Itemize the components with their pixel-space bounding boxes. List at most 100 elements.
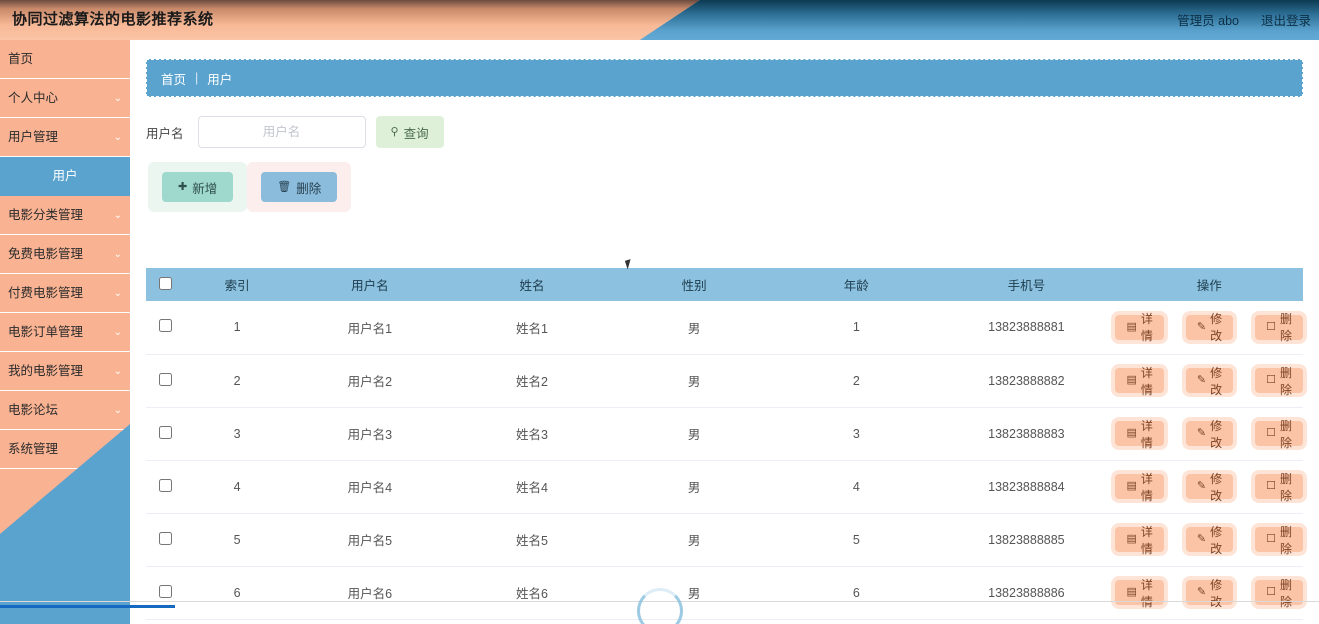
table-row[interactable]: 1 用户名1 姓名1 男 1 13823888881 ▤ 详情 ✎ 修改 ☐ 删除: [146, 301, 1303, 355]
search-icon: ⚲: [390, 125, 399, 138]
row-action-group: ▤ 详情 ✎ 修改 ☐ 删除: [1115, 472, 1303, 503]
cell-name: 姓名4: [450, 460, 614, 514]
row-checkbox[interactable]: [159, 425, 173, 439]
row-checkbox[interactable]: [159, 372, 173, 386]
sidebar-item-7[interactable]: 电影订单管理 ⌄: [0, 313, 130, 352]
cell-phone: 13823888886: [937, 566, 1116, 620]
row-detail-button[interactable]: ▤ 详情: [1115, 472, 1164, 503]
row-trash-button[interactable]: ☐ 删除: [1255, 525, 1303, 556]
row-checkbox[interactable]: [159, 319, 173, 333]
chevron-down-icon: ⌄: [113, 210, 122, 221]
search-label: 用户名: [146, 126, 184, 141]
row-trash-button[interactable]: ☐ 删除: [1255, 312, 1303, 343]
row-edit-button[interactable]: ✎ 修改: [1185, 472, 1234, 503]
row-checkbox[interactable]: [159, 584, 173, 598]
cell-age: 36: [775, 619, 938, 624]
breadcrumb-separator: |: [195, 71, 199, 85]
search-input[interactable]: [197, 116, 366, 148]
detail-icon: ▤: [1126, 480, 1137, 492]
row-checkbox[interactable]: [159, 478, 173, 492]
row-checkbox[interactable]: [159, 531, 173, 545]
row-action-label: 修改: [1210, 312, 1223, 344]
sidebar-item-1[interactable]: 个人中心 ⌄: [0, 79, 130, 118]
row-trash-button[interactable]: ☐ 删除: [1255, 366, 1303, 397]
select-all-checkbox[interactable]: [159, 276, 173, 290]
breadcrumb-home[interactable]: 首页: [161, 69, 186, 88]
row-select-cell: [146, 354, 186, 408]
search-form: 用户名 ⚲ 查询: [146, 116, 444, 148]
row-action-label: 详情: [1140, 471, 1153, 503]
sidebar-item-label: 付费电影管理: [8, 286, 84, 300]
table-body: 1 用户名1 姓名1 男 1 13823888881 ▤ 详情 ✎ 修改 ☐ 删除 2 用户名2 姓名2 男 2…: [146, 301, 1303, 624]
cell-age: 6: [775, 566, 938, 620]
logout-link[interactable]: 退出登录: [1261, 10, 1311, 29]
cell-phone: 13823888881: [937, 301, 1116, 355]
cell-gender: 男: [613, 354, 776, 408]
row-action-label: 详情: [1140, 577, 1153, 609]
cell-gender: 男: [613, 407, 776, 461]
chevron-down-icon: ⌄: [113, 405, 122, 416]
sidebar: 首页 个人中心 ⌄ 用户管理 ⌄ 用户 电影分类管理 ⌄ 免费电影管理 ⌄ 付费电影管理 ⌄ 电影订单管…: [0, 40, 130, 624]
row-action-group: ▤ 详情 ✎ 修改 ☐ 删除: [1115, 525, 1303, 556]
detail-icon: ▤: [1126, 320, 1137, 333]
row-edit-button[interactable]: ✎ 修改: [1185, 419, 1234, 450]
app-header: 协同过滤算法的电影推荐系统 管理员 abo 退出登录: [0, 0, 1319, 40]
table-row[interactable]: 7111胡月女3613612312314▤详情✎修改☐删除: [146, 619, 1303, 624]
row-detail-button[interactable]: ▤ 详情: [1115, 366, 1164, 397]
add-button-label: 新增: [192, 181, 218, 196]
table-col-header-2: 姓名: [450, 268, 614, 301]
sidebar-item-8[interactable]: 我的电影管理 ⌄: [0, 352, 130, 391]
sidebar-item-4[interactable]: 电影分类管理 ⌄: [0, 196, 130, 235]
row-edit-button[interactable]: ✎ 修改: [1185, 366, 1234, 397]
table-row[interactable]: 4 用户名4 姓名4 男 4 13823888884 ▤ 详情 ✎ 修改 ☐ 删除: [146, 460, 1303, 514]
chevron-down-icon: ⌄: [113, 93, 122, 104]
sidebar-item-9[interactable]: 电影论坛 ⌄: [0, 391, 130, 430]
table-row[interactable]: 6 用户名6 姓名6 男 6 13823888886 ▤ 详情 ✎ 修改 ☐ 删除: [146, 566, 1303, 620]
add-button[interactable]: ✚ 新增: [162, 172, 234, 202]
cell-username: 用户名1: [288, 301, 451, 355]
row-detail-button[interactable]: ▤ 详情: [1115, 525, 1164, 556]
page-load-progress[interactable]: [0, 605, 175, 608]
row-action-label: 删除: [1279, 524, 1292, 556]
sidebar-item-2[interactable]: 用户管理 ⌄: [0, 118, 130, 157]
trash-icon: ☐: [1266, 586, 1276, 598]
sidebar-item-5[interactable]: 免费电影管理 ⌄: [0, 235, 130, 274]
plus-icon: ✚: [178, 180, 188, 193]
admin-label[interactable]: 管理员 abo: [1177, 10, 1239, 29]
row-edit-button[interactable]: ✎ 修改: [1185, 525, 1234, 556]
cell-index: 1: [185, 301, 289, 355]
table-row[interactable]: 5 用户名5 姓名5 男 5 13823888885 ▤ 详情 ✎ 修改 ☐ 删除: [146, 513, 1303, 567]
chevron-down-icon: ⌄: [113, 366, 122, 377]
search-button[interactable]: ⚲ 查询: [375, 116, 444, 148]
edit-icon: ✎: [1196, 427, 1207, 439]
table-row[interactable]: 2 用户名2 姓名2 男 2 13823888882 ▤ 详情 ✎ 修改 ☐ 删除: [146, 354, 1303, 408]
chevron-down-icon: ⌄: [113, 444, 122, 455]
sidebar-item-label: 电影论坛: [8, 403, 59, 417]
row-action-label: 修改: [1210, 365, 1223, 397]
cell-actions: ▤详情 ✎修改 ☐删除: [1115, 460, 1303, 514]
row-select-cell: [146, 566, 186, 620]
sidebar-item-6[interactable]: 付费电影管理 ⌄: [0, 274, 130, 313]
row-edit-button[interactable]: ✎ 修改: [1185, 312, 1234, 343]
delete-button[interactable]: 🗑 删除: [261, 172, 338, 202]
user-table: 索引 用户名 姓名 性别 年龄 手机号 操作 1 用户名1 姓名1 男 1 13823888881 ▤ 详…: [146, 268, 1303, 624]
sidebar-item-3[interactable]: 用户: [0, 157, 130, 196]
sidebar-item-0[interactable]: 首页: [0, 40, 130, 79]
sidebar-item-label: 免费电影管理: [8, 247, 84, 261]
detail-icon: ▤: [1126, 374, 1137, 386]
cell-index: 3: [185, 407, 289, 461]
row-trash-button[interactable]: ☐ 删除: [1255, 419, 1303, 450]
sidebar-item-label: 系统管理: [8, 442, 59, 456]
sidebar-item-10[interactable]: 系统管理 ⌄: [0, 430, 130, 469]
row-action-label: 详情: [1140, 524, 1153, 556]
cell-username: 用户名4: [288, 460, 451, 514]
edit-icon: ✎: [1196, 586, 1207, 598]
breadcrumb: 首页 | 用户: [146, 59, 1303, 97]
table-row[interactable]: 3 用户名3 姓名3 男 3 13823888883 ▤ 详情 ✎ 修改 ☐ 删除: [146, 407, 1303, 461]
cell-name: 姓名1: [450, 301, 614, 355]
row-detail-button[interactable]: ▤ 详情: [1115, 419, 1164, 450]
select-all-cell: [146, 268, 186, 301]
row-trash-button[interactable]: ☐ 删除: [1255, 472, 1303, 503]
cell-index: 2: [185, 354, 289, 408]
row-detail-button[interactable]: ▤ 详情: [1115, 312, 1164, 343]
